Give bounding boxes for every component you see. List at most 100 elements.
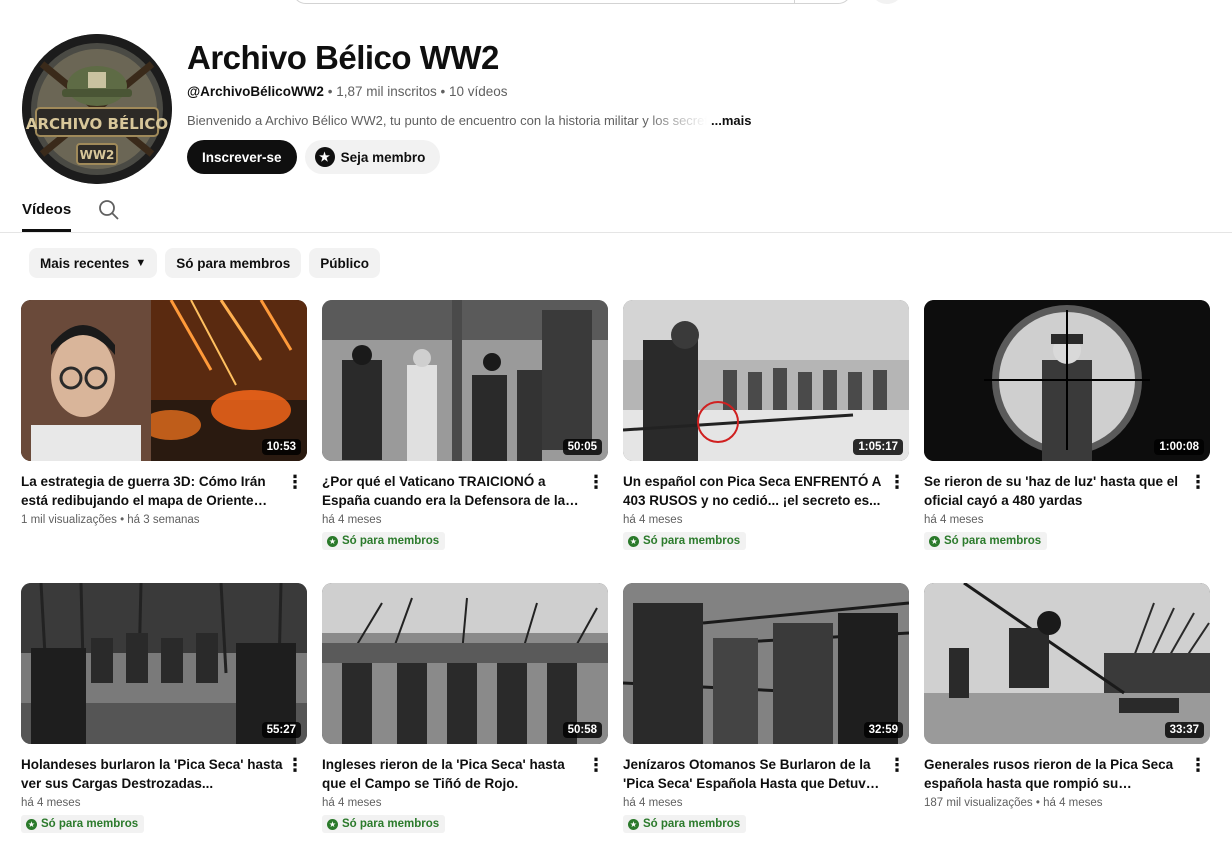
video-thumbnail[interactable]: 50:05 (322, 300, 608, 461)
video-meta: há 4 meses (322, 514, 382, 526)
video-grid: 10:53 La estrategia de guerra 3D: Cómo I… (21, 300, 1210, 837)
description-text: Bienvenido a Archivo Bélico WW2, tu punt… (187, 113, 707, 128)
more-vert-icon[interactable]: ⋮ (286, 755, 304, 775)
video-title[interactable]: Jenízaros Otomanos Se Burlaron de la 'Pi… (623, 755, 885, 793)
members-only-label: Só para membros (41, 818, 139, 830)
video-thumbnail[interactable]: 55:27 (21, 583, 307, 744)
search-icon[interactable] (98, 199, 120, 221)
tab-videos[interactable]: Vídeos (22, 201, 72, 232)
more-vert-icon[interactable]: ⋮ (888, 755, 906, 775)
chevron-down-icon: ▼ (135, 257, 147, 269)
video-meta: há 4 meses (924, 514, 984, 526)
video-duration: 1:05:17 (853, 439, 903, 455)
channel-handle[interactable]: @ArchivoBélicoWW2 (187, 84, 324, 99)
join-member-button[interactable]: ★ Seja membro (304, 140, 441, 174)
chip-recent-label: Mais recentes (40, 255, 130, 271)
avatar-text-bottom: WW2 (80, 148, 115, 162)
video-duration: 32:59 (863, 722, 903, 738)
video-card[interactable]: 1:00:08 Se rieron de su 'haz de luz' has… (924, 300, 1210, 554)
video-count: 10 vídeos (448, 84, 508, 99)
channel-tabs: Vídeos (0, 196, 1232, 233)
video-title[interactable]: La estrategia de guerra 3D: Cómo Irán es… (21, 472, 283, 510)
video-title[interactable]: Se rieron de su 'haz de luz' hasta que e… (924, 472, 1186, 510)
meta-separator: • (440, 84, 449, 99)
video-thumbnail[interactable]: 1:05:17 (623, 300, 909, 461)
video-card[interactable]: 32:59 Jenízaros Otomanos Se Burlaron de … (623, 583, 909, 837)
channel-header: ARCHIVO BÉLICO WW2 Archivo Bélico WW2 @A… (22, 34, 1212, 184)
video-thumbnail[interactable]: 50:58 (322, 583, 608, 744)
chip-public[interactable]: Público (309, 248, 381, 278)
video-duration: 55:27 (261, 722, 301, 738)
members-only-label: Só para membros (944, 535, 1042, 547)
more-link[interactable]: ...mais (711, 113, 751, 128)
star-icon: ★ (314, 147, 335, 167)
more-vert-icon[interactable]: ⋮ (587, 755, 605, 775)
members-only-badge: ★ Só para membros (924, 532, 1048, 550)
channel-meta: @ArchivoBélicoWW2 • 1,87 mil inscritos •… (187, 84, 752, 99)
video-title[interactable]: Ingleses rieron de la 'Pica Seca' hasta … (322, 755, 584, 793)
chip-members-only[interactable]: Só para membros (165, 248, 302, 278)
members-only-badge: ★ Só para membros (322, 532, 446, 550)
mic-button[interactable] (872, 0, 902, 4)
channel-actions: Inscrever-se ★ Seja membro (187, 140, 752, 174)
members-only-badge: ★ Só para membros (623, 815, 747, 833)
video-card[interactable]: 50:05 ¿Por qué el Vaticano TRAICIONÓ a E… (322, 300, 608, 554)
star-icon: ★ (26, 818, 37, 830)
subscribe-button[interactable]: Inscrever-se (187, 140, 297, 174)
video-card[interactable]: 33:37 Generales rusos rieron de la Pica … (924, 583, 1210, 837)
more-vert-icon[interactable]: ⋮ (1189, 472, 1207, 492)
star-icon: ★ (929, 535, 940, 547)
video-thumbnail[interactable]: 10:53 (21, 300, 307, 461)
video-duration: 10:53 (261, 439, 301, 455)
avatar-emblem: ARCHIVO BÉLICO WW2 (22, 34, 172, 184)
video-title[interactable]: ¿Por qué el Vaticano TRAICIONÓ a España … (322, 472, 584, 510)
video-meta: há 4 meses (322, 797, 382, 809)
members-only-label: Só para membros (342, 818, 440, 830)
video-duration: 50:05 (562, 439, 602, 455)
members-only-label: Só para membros (342, 535, 440, 547)
video-thumbnail[interactable]: 33:37 (924, 583, 1210, 744)
video-title[interactable]: Un español con Pica Seca ENFRENTÓ A 403 … (623, 472, 885, 510)
more-vert-icon[interactable]: ⋮ (587, 472, 605, 492)
members-only-badge: ★ Só para membros (21, 815, 145, 833)
members-only-badge: ★ Só para membros (322, 815, 446, 833)
video-duration: 50:58 (562, 722, 602, 738)
more-vert-icon[interactable]: ⋮ (286, 472, 304, 492)
meta-separator: • (327, 84, 337, 99)
members-only-label: Só para membros (643, 535, 741, 547)
chip-recent[interactable]: Mais recentes ▼ (29, 248, 158, 278)
filter-chips: Mais recentes ▼ Só para membros Público (29, 248, 381, 278)
more-vert-icon[interactable]: ⋮ (888, 472, 906, 492)
top-search-bar[interactable] (292, 0, 852, 4)
video-meta: há 4 meses (623, 514, 683, 526)
star-icon: ★ (327, 535, 338, 547)
members-only-badge: ★ Só para membros (623, 532, 747, 550)
channel-description[interactable]: Bienvenido a Archivo Bélico WW2, tu punt… (187, 113, 752, 128)
video-meta: há 4 meses (21, 797, 81, 809)
video-duration: 1:00:08 (1154, 439, 1204, 455)
video-duration: 33:37 (1164, 722, 1204, 738)
channel-avatar[interactable]: ARCHIVO BÉLICO WW2 (22, 34, 172, 184)
video-meta: 187 mil visualizações • há 4 meses (924, 797, 1103, 809)
members-only-label: Só para membros (643, 818, 741, 830)
star-icon: ★ (628, 818, 639, 830)
video-meta: 1 mil visualizações • há 3 semanas (21, 514, 200, 526)
star-icon: ★ (327, 818, 338, 830)
video-card[interactable]: 10:53 La estrategia de guerra 3D: Cómo I… (21, 300, 307, 554)
video-card[interactable]: 1:05:17 Un español con Pica Seca ENFRENT… (623, 300, 909, 554)
video-card[interactable]: 50:58 Ingleses rieron de la 'Pica Seca' … (322, 583, 608, 837)
video-thumbnail[interactable]: 1:00:08 (924, 300, 1210, 461)
search-divider (794, 0, 795, 3)
video-card[interactable]: 55:27 Holandeses burlaron la 'Pica Seca'… (21, 583, 307, 837)
more-vert-icon[interactable]: ⋮ (1189, 755, 1207, 775)
avatar-text-top: ARCHIVO BÉLICO (26, 114, 168, 133)
video-meta: há 4 meses (623, 797, 683, 809)
channel-title: Archivo Bélico WW2 (187, 39, 499, 76)
video-title[interactable]: Holandeses burlaron la 'Pica Seca' hasta… (21, 755, 283, 793)
video-title[interactable]: Generales rusos rieron de la Pica Seca e… (924, 755, 1186, 793)
subscriber-count: 1,87 mil inscritos (336, 84, 437, 99)
channel-info: Archivo Bélico WW2 @ArchivoBélicoWW2 • 1… (187, 36, 752, 174)
join-member-label: Seja membro (340, 149, 426, 165)
star-icon: ★ (628, 535, 639, 547)
video-thumbnail[interactable]: 32:59 (623, 583, 909, 744)
